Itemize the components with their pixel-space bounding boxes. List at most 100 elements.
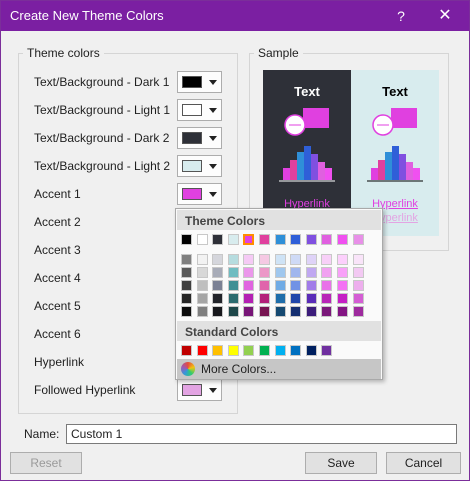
theme-shade-swatch[interactable] [352,306,364,317]
standard-color-swatch[interactable] [181,345,192,356]
theme-shade-swatch[interactable] [352,293,364,304]
theme-shade-swatch[interactable] [181,267,192,278]
theme-color-picker[interactable] [177,379,222,401]
theme-shade-swatch[interactable] [259,306,270,317]
theme-shade-swatch[interactable] [352,267,364,278]
theme-color-picker[interactable] [177,183,222,205]
theme-color-swatch[interactable] [212,234,224,245]
theme-shade-swatch[interactable] [181,306,192,317]
theme-shade-swatch[interactable] [305,267,317,278]
theme-color-picker[interactable] [177,71,222,93]
theme-shade-swatch[interactable] [212,306,224,317]
standard-color-swatch[interactable] [274,345,286,356]
theme-color-swatch[interactable] [181,234,192,245]
standard-color-swatch[interactable] [259,345,270,356]
theme-color-swatch[interactable] [227,234,239,245]
theme-shade-swatch[interactable] [196,306,208,317]
standard-color-swatch[interactable] [212,345,224,356]
theme-shade-swatch[interactable] [227,293,239,304]
theme-shade-swatch[interactable] [337,254,348,265]
theme-shade-swatch[interactable] [337,267,348,278]
theme-shade-swatch[interactable] [243,293,255,304]
close-button[interactable]: ✕ [433,5,457,27]
theme-shade-swatch[interactable] [243,267,255,278]
theme-shade-swatch[interactable] [212,293,224,304]
theme-shade-swatch[interactable] [259,254,270,265]
theme-shade-swatch[interactable] [196,280,208,291]
theme-shade-swatch[interactable] [321,306,333,317]
theme-shade-swatch[interactable] [337,306,348,317]
standard-color-swatch[interactable] [243,345,255,356]
theme-shade-swatch[interactable] [305,254,317,265]
theme-shade-swatch[interactable] [290,306,302,317]
theme-color-label: Accent 6 [34,327,81,341]
cancel-button[interactable]: Cancel [386,452,461,474]
reset-button[interactable]: Reset [10,452,82,474]
save-button[interactable]: Save [305,452,377,474]
standard-color-swatch[interactable] [321,345,333,356]
theme-shade-swatch[interactable] [274,280,286,291]
theme-shade-swatch[interactable] [181,293,192,304]
theme-shade-swatch[interactable] [337,280,348,291]
theme-color-swatch[interactable] [305,234,317,245]
theme-shade-swatch[interactable] [227,280,239,291]
name-input[interactable]: Custom 1 [66,424,457,444]
theme-color-picker[interactable] [177,155,222,177]
theme-color-swatch[interactable] [352,234,364,245]
theme-shade-swatch[interactable] [290,254,302,265]
theme-shade-swatch[interactable] [337,293,348,304]
standard-color-swatch[interactable] [305,345,317,356]
color-swatch [182,384,202,396]
theme-color-swatch[interactable] [259,234,270,245]
standard-color-swatch[interactable] [196,345,208,356]
theme-shade-swatch[interactable] [243,306,255,317]
standard-color-swatch[interactable] [227,345,239,356]
theme-shade-swatch[interactable] [321,267,333,278]
help-button[interactable]: ? [389,5,413,27]
theme-shade-swatch[interactable] [196,293,208,304]
standard-color-swatch[interactable] [290,345,302,356]
theme-shade-swatch[interactable] [305,293,317,304]
more-colors-button[interactable]: More Colors... [177,359,381,379]
theme-shade-swatch[interactable] [321,254,333,265]
theme-shade-swatch[interactable] [259,267,270,278]
theme-shade-swatch[interactable] [321,280,333,291]
theme-shade-swatch[interactable] [212,254,224,265]
theme-shade-swatch[interactable] [212,267,224,278]
theme-shade-swatch[interactable] [290,280,302,291]
theme-shade-swatch[interactable] [212,280,224,291]
theme-color-swatch[interactable] [321,234,333,245]
theme-color-swatch[interactable] [196,234,208,245]
theme-shade-swatch[interactable] [274,254,286,265]
theme-shade-swatch[interactable] [321,293,333,304]
theme-shade-swatch[interactable] [305,280,317,291]
title-bar: Create New Theme Colors ? ✕ [1,1,469,31]
theme-shade-swatch[interactable] [259,280,270,291]
theme-shade-swatch[interactable] [227,254,239,265]
theme-shade-swatch[interactable] [290,267,302,278]
theme-shade-swatch[interactable] [181,254,192,265]
theme-shade-swatch[interactable] [305,306,317,317]
theme-color-swatch[interactable] [274,234,286,245]
theme-shade-swatch[interactable] [227,267,239,278]
theme-shade-swatch[interactable] [196,267,208,278]
theme-color-picker[interactable] [177,99,222,121]
dropdown-arrow-icon [209,108,217,113]
theme-color-swatch[interactable] [290,234,302,245]
theme-shade-swatch[interactable] [181,280,192,291]
theme-shade-swatch[interactable] [352,280,364,291]
theme-color-swatch[interactable] [243,234,255,245]
theme-shade-swatch[interactable] [274,293,286,304]
theme-color-picker[interactable] [177,127,222,149]
theme-shade-swatch[interactable] [243,254,255,265]
theme-shade-swatch[interactable] [274,306,286,317]
dialog-title: Create New Theme Colors [10,8,164,23]
theme-shade-swatch[interactable] [196,254,208,265]
theme-shade-swatch[interactable] [352,254,364,265]
theme-color-swatch[interactable] [337,234,348,245]
theme-shade-swatch[interactable] [274,267,286,278]
theme-shade-swatch[interactable] [290,293,302,304]
theme-shade-swatch[interactable] [259,293,270,304]
theme-shade-swatch[interactable] [243,280,255,291]
theme-shade-swatch[interactable] [227,306,239,317]
